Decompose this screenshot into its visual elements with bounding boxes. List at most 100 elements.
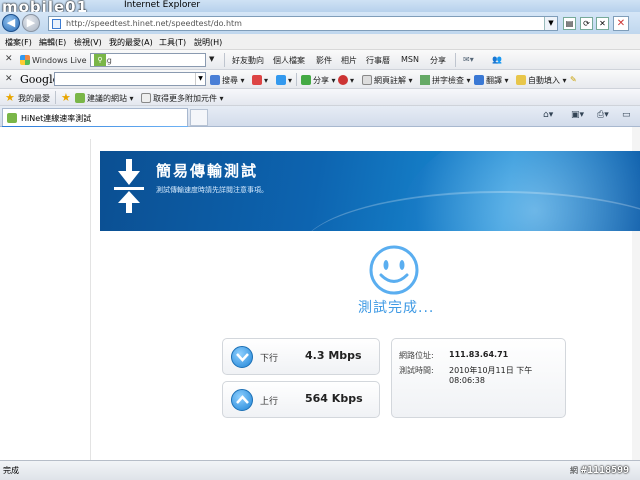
address-url: http://speedtest.hinet.net/speedtest/do.… bbox=[66, 19, 242, 28]
home-icon[interactable]: ⌂▾ bbox=[543, 110, 553, 120]
favorites-star-icon: ★ bbox=[5, 91, 15, 104]
banner-subtitle: 測試傳輸速度時請先詳閱注意事項。 bbox=[156, 186, 268, 194]
arc-graphic bbox=[300, 191, 640, 231]
google-search-button[interactable]: 搜尋 ▾ bbox=[210, 75, 245, 86]
download-panel: 下行 4.3 Mbps bbox=[222, 338, 380, 375]
status-text: 完成 bbox=[3, 466, 19, 475]
get-addons-label: 取得更多附加元件 bbox=[153, 94, 217, 103]
chevron-down-icon[interactable]: ▼ bbox=[209, 55, 214, 63]
hero-banner: 簡易傳輸測試 測試傳輸速度時請先詳閱注意事項。 bbox=[100, 151, 640, 231]
upload-value: 564 Kbps bbox=[305, 392, 363, 405]
toolbar-video[interactable]: 影件 bbox=[316, 55, 332, 66]
google-share-button[interactable]: 分享 ▾ bbox=[301, 75, 336, 86]
google-autofill-label: 自動填入 bbox=[528, 76, 560, 85]
back-button[interactable]: ◀ bbox=[2, 14, 20, 32]
page-menu-icon[interactable]: ▭ bbox=[622, 110, 631, 120]
divider bbox=[296, 73, 297, 86]
watermark-id: #1118599 bbox=[581, 465, 630, 476]
divider bbox=[455, 53, 456, 67]
address-input[interactable]: http://speedtest.hinet.net/speedtest/do.… bbox=[48, 16, 558, 31]
toolbar-close-icon[interactable]: ✕ bbox=[5, 74, 13, 84]
bookmark-icon[interactable]: ▾ bbox=[252, 75, 268, 85]
divider bbox=[55, 91, 56, 104]
bing-search-input[interactable]: Bing ⚲ bbox=[90, 53, 206, 67]
google-spellcheck-button[interactable]: 拼字檢查 ▾ bbox=[420, 75, 471, 86]
suggested-sites-icon bbox=[75, 93, 85, 103]
toolbar-msn[interactable]: MSN bbox=[401, 55, 419, 64]
mail-icon[interactable]: ✉▾ bbox=[463, 55, 474, 64]
close-icon[interactable]: ✕ bbox=[613, 16, 629, 31]
menu-file[interactable]: 檔案(F) bbox=[5, 37, 32, 48]
autofill-icon bbox=[516, 75, 526, 85]
spellcheck-icon bbox=[420, 75, 430, 85]
title-bar: mobile01 Internet Explorer bbox=[0, 0, 640, 16]
google-autofill-button[interactable]: 自動填入 ▾ bbox=[516, 75, 567, 86]
windows-live-label[interactable]: Windows Live bbox=[20, 55, 87, 65]
add-icon bbox=[276, 75, 286, 85]
wrench-icon[interactable]: ✎ bbox=[570, 75, 577, 84]
google-spellcheck-label: 拼字檢查 bbox=[432, 76, 464, 85]
tab-favicon bbox=[7, 113, 17, 123]
print-icon[interactable]: ⎙▾ bbox=[597, 110, 609, 120]
menu-favorites[interactable]: 我的最愛(A) bbox=[109, 37, 153, 48]
get-addons[interactable]: 取得更多附加元件 ▾ bbox=[141, 93, 224, 104]
block-icon[interactable]: ▾ bbox=[338, 75, 354, 85]
windows-flag-icon bbox=[20, 55, 30, 65]
feeds-icon[interactable]: ▣▾ bbox=[571, 110, 584, 120]
menu-view[interactable]: 檢視(V) bbox=[74, 37, 102, 48]
google-notes-button[interactable]: 網頁註解 ▾ bbox=[362, 75, 413, 86]
google-translate-button[interactable]: 翻譯 ▾ bbox=[474, 75, 509, 86]
menu-tools[interactable]: 工具(T) bbox=[159, 37, 186, 48]
compatibility-icon[interactable]: ▤ bbox=[563, 17, 576, 30]
search-go-icon[interactable]: ⚲ bbox=[94, 54, 106, 66]
page-icon bbox=[52, 19, 61, 29]
favorites-button[interactable]: 我的最愛 bbox=[18, 93, 50, 104]
addons-icon bbox=[141, 93, 151, 103]
tab-speedtest[interactable]: HiNet連線速率測試 bbox=[2, 108, 188, 127]
google-translate-label: 翻譯 bbox=[486, 76, 502, 85]
google-toolbar: ✕ Google ▼ 搜尋 ▾ ▾ ▾ 分享 ▾ ▾ 網頁註解 ▾ 拼字檢查 ▾… bbox=[0, 70, 640, 89]
google-share-label: 分享 bbox=[313, 76, 329, 85]
add-favorite-icon[interactable]: ★ bbox=[61, 91, 71, 104]
download-value: 4.3 Mbps bbox=[305, 349, 362, 362]
upload-panel: 上行 564 Kbps bbox=[222, 381, 380, 418]
banner-title: 簡易傳輸測試 bbox=[156, 162, 259, 180]
windows-live-text: Windows Live bbox=[32, 56, 87, 65]
address-bar-row: ◀ ▶ http://speedtest.hinet.net/speedtest… bbox=[0, 12, 640, 34]
forward-button[interactable]: ▶ bbox=[22, 14, 40, 32]
upload-label: 上行 bbox=[260, 397, 279, 407]
toolbar-close-icon[interactable]: ✕ bbox=[5, 54, 13, 64]
toolbar-photos[interactable]: 相片 bbox=[341, 55, 357, 66]
bookmark-star-icon bbox=[252, 75, 262, 85]
divider bbox=[224, 53, 225, 67]
stop-icon[interactable]: ✕ bbox=[596, 17, 609, 30]
download-label: 下行 bbox=[260, 354, 279, 364]
menu-edit[interactable]: 編輯(E) bbox=[39, 37, 66, 48]
security-zone[interactable]: 網 bbox=[570, 465, 578, 476]
chevron-down-icon[interactable]: ▼ bbox=[544, 17, 557, 30]
refresh-icon[interactable]: ⟳ bbox=[580, 17, 593, 30]
chevron-down-icon[interactable]: ▼ bbox=[195, 73, 205, 85]
suggested-sites[interactable]: 建議的網站 ▾ bbox=[75, 93, 134, 104]
toolbar-share[interactable]: 分享 bbox=[430, 55, 446, 66]
toolbar-calendar[interactable]: 行事曆 bbox=[366, 55, 390, 66]
time-label: 測試時間: bbox=[399, 366, 434, 375]
tab-title: HiNet連線速率測試 bbox=[21, 114, 92, 123]
toolbar-profile[interactable]: 個人檔案 bbox=[273, 55, 305, 66]
plus-icon[interactable]: ▾ bbox=[276, 75, 292, 85]
popup-block-icon bbox=[338, 75, 348, 85]
new-tab-button[interactable] bbox=[190, 109, 208, 126]
transfer-icon bbox=[114, 159, 144, 213]
windows-live-toolbar: ✕ Windows Live Bing ⚲ ▼ 好友動向 個人檔案 影件 相片 … bbox=[0, 50, 640, 70]
menu-help[interactable]: 說明(H) bbox=[194, 37, 222, 48]
messenger-icon[interactable]: 👥 bbox=[492, 55, 502, 64]
notes-icon bbox=[362, 75, 372, 85]
toolbar-friends[interactable]: 好友動向 bbox=[232, 55, 264, 66]
google-search-label: 搜尋 bbox=[222, 76, 238, 85]
download-icon bbox=[231, 346, 253, 368]
google-search-input[interactable]: ▼ bbox=[54, 72, 206, 86]
test-status: 測試完成... bbox=[358, 300, 435, 316]
time-value: 2010年10月11日 下午 08:06:38 bbox=[449, 366, 533, 385]
tab-bar: HiNet連線速率測試 ⌂▾ ▣▾ ⎙▾ ▭ bbox=[0, 106, 640, 127]
favorites-bar: ★ 我的最愛 ★ 建議的網站 ▾ 取得更多附加元件 ▾ bbox=[0, 89, 640, 106]
